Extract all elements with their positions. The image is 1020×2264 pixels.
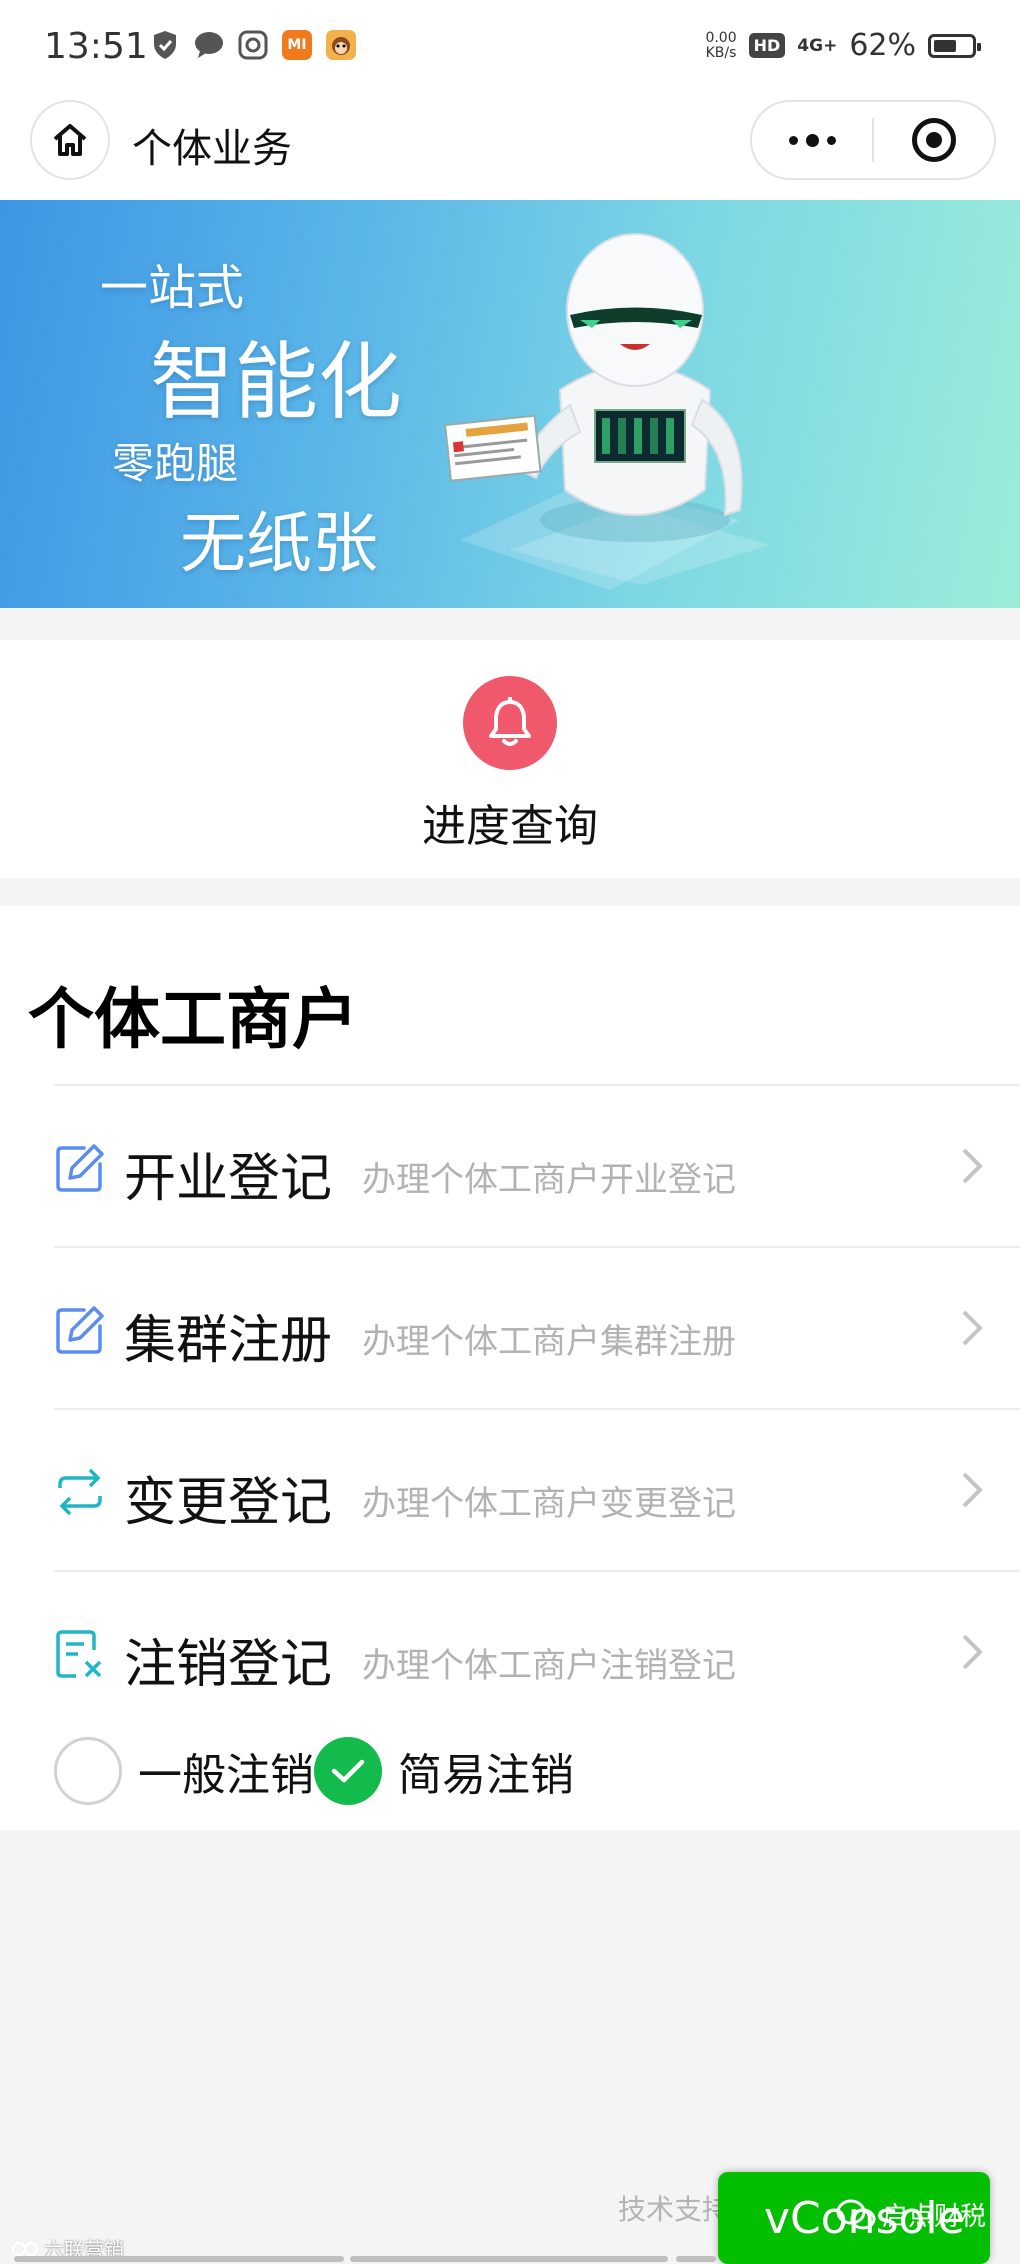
edit-icon — [56, 1144, 104, 1192]
watermark-logo-icon — [12, 2241, 38, 2256]
chevron-right-icon — [962, 1148, 983, 1184]
list-item-change-registration[interactable]: 变更登记 办理个体工商户变更登记 — [54, 1408, 1020, 1570]
list-item-desc: 办理个体工商户开业登记 — [362, 1160, 736, 1200]
target-icon — [912, 118, 956, 162]
list-item-desc: 办理个体工商户集群注册 — [362, 1322, 736, 1362]
individual-business-section: 个体工商户 开业登记 办理个体工商户开业登记 集群注册 办理个体工商户集群注册 … — [0, 906, 1020, 1830]
more-button[interactable] — [752, 102, 872, 178]
list-item-title: 注销登记 — [124, 1635, 333, 1695]
signal-label: 4G+ — [797, 35, 838, 56]
home-button[interactable] — [30, 100, 110, 180]
list-item-title: 开业登记 — [124, 1149, 333, 1209]
cancel-doc-icon — [56, 1630, 102, 1678]
swap-icon — [58, 1468, 102, 1516]
option-label-general[interactable]: 一般注销 — [138, 1739, 314, 1803]
bottom-indicator — [350, 2256, 668, 2262]
net-speed-unit: KB/s — [705, 44, 737, 61]
close-button[interactable] — [874, 102, 994, 178]
mi-icon: MI — [282, 30, 312, 60]
watermark-text: 启点财税 — [882, 2202, 987, 2232]
battery-fill — [934, 39, 957, 52]
list-item-desc: 办理个体工商户注销登记 — [362, 1646, 736, 1686]
chevron-right-icon — [962, 1634, 983, 1670]
list-item-open-registration[interactable]: 开业登记 办理个体工商户开业登记 — [54, 1084, 1020, 1246]
list-item-title: 集群注册 — [124, 1311, 333, 1371]
more-dots-icon — [788, 133, 836, 147]
robot-illustration — [444, 233, 770, 590]
list-item-cancel-registration[interactable]: 注销登记 办理个体工商户注销登记 — [54, 1570, 1020, 1732]
chat-icon — [194, 30, 224, 60]
bell-icon — [489, 697, 531, 746]
cancel-type-options: 一般注销 简易注销 — [54, 1736, 574, 1806]
banner-line-4: 无纸张 — [180, 505, 378, 582]
tech-support-text: 技术支持 — [618, 2193, 731, 2226]
progress-query-label: 进度查询 — [422, 801, 598, 852]
nav-bar: 个体业务 — [0, 96, 1020, 200]
edit-icon — [56, 1306, 104, 1354]
bottom-indicator — [14, 2256, 344, 2262]
chevron-right-icon — [962, 1310, 983, 1346]
net-speed: 0.00 KB/s — [705, 29, 737, 61]
signal-icon: 4G+ — [797, 35, 838, 56]
battery-percent: 62% — [849, 28, 916, 63]
chevron-right-icon — [962, 1472, 983, 1508]
banner-line-1: 一站式 — [100, 260, 245, 316]
banner-line-2: 智能化 — [150, 333, 403, 431]
status-bar: 13:51 MI 0.00 KB/s HD 4G+ 62% — [0, 0, 1020, 96]
list-item-title: 变更登记 — [124, 1473, 333, 1533]
notification-icons: MI — [150, 30, 356, 60]
watermark: 启点财税 — [836, 2196, 986, 2233]
radio-general-cancel[interactable] — [54, 1737, 122, 1805]
shield-icon — [150, 30, 180, 60]
bell-button[interactable] — [463, 676, 557, 770]
net-speed-value: 0.00 — [705, 29, 737, 46]
list-item-desc: 办理个体工商户变更登记 — [362, 1484, 736, 1524]
page-title: 个体业务 — [132, 126, 292, 172]
status-time: 13:51 — [44, 26, 148, 67]
hd-badge: HD — [748, 33, 786, 58]
check-icon — [331, 1759, 365, 1783]
mini-program-capsule — [750, 100, 996, 180]
option-label-simple[interactable]: 简易注销 — [398, 1739, 574, 1803]
home-icon — [53, 124, 87, 156]
wechat-icon — [836, 2199, 876, 2229]
banner[interactable]: 一站式 智能化 零跑腿 无纸张 — [0, 200, 1020, 608]
bottom-indicator — [676, 2256, 716, 2262]
progress-query-card[interactable]: 进度查询 — [0, 640, 1020, 878]
camera-icon — [238, 30, 268, 60]
radio-simple-cancel[interactable] — [314, 1737, 382, 1805]
list-item-cluster-registration[interactable]: 集群注册 办理个体工商户集群注册 — [54, 1246, 1020, 1408]
status-right: 0.00 KB/s HD 4G+ 62% — [705, 28, 981, 63]
monkey-icon — [326, 30, 356, 60]
banner-line-3: 零跑腿 — [112, 439, 239, 488]
battery-icon — [928, 33, 981, 58]
section-title: 个体工商户 — [28, 981, 358, 1058]
